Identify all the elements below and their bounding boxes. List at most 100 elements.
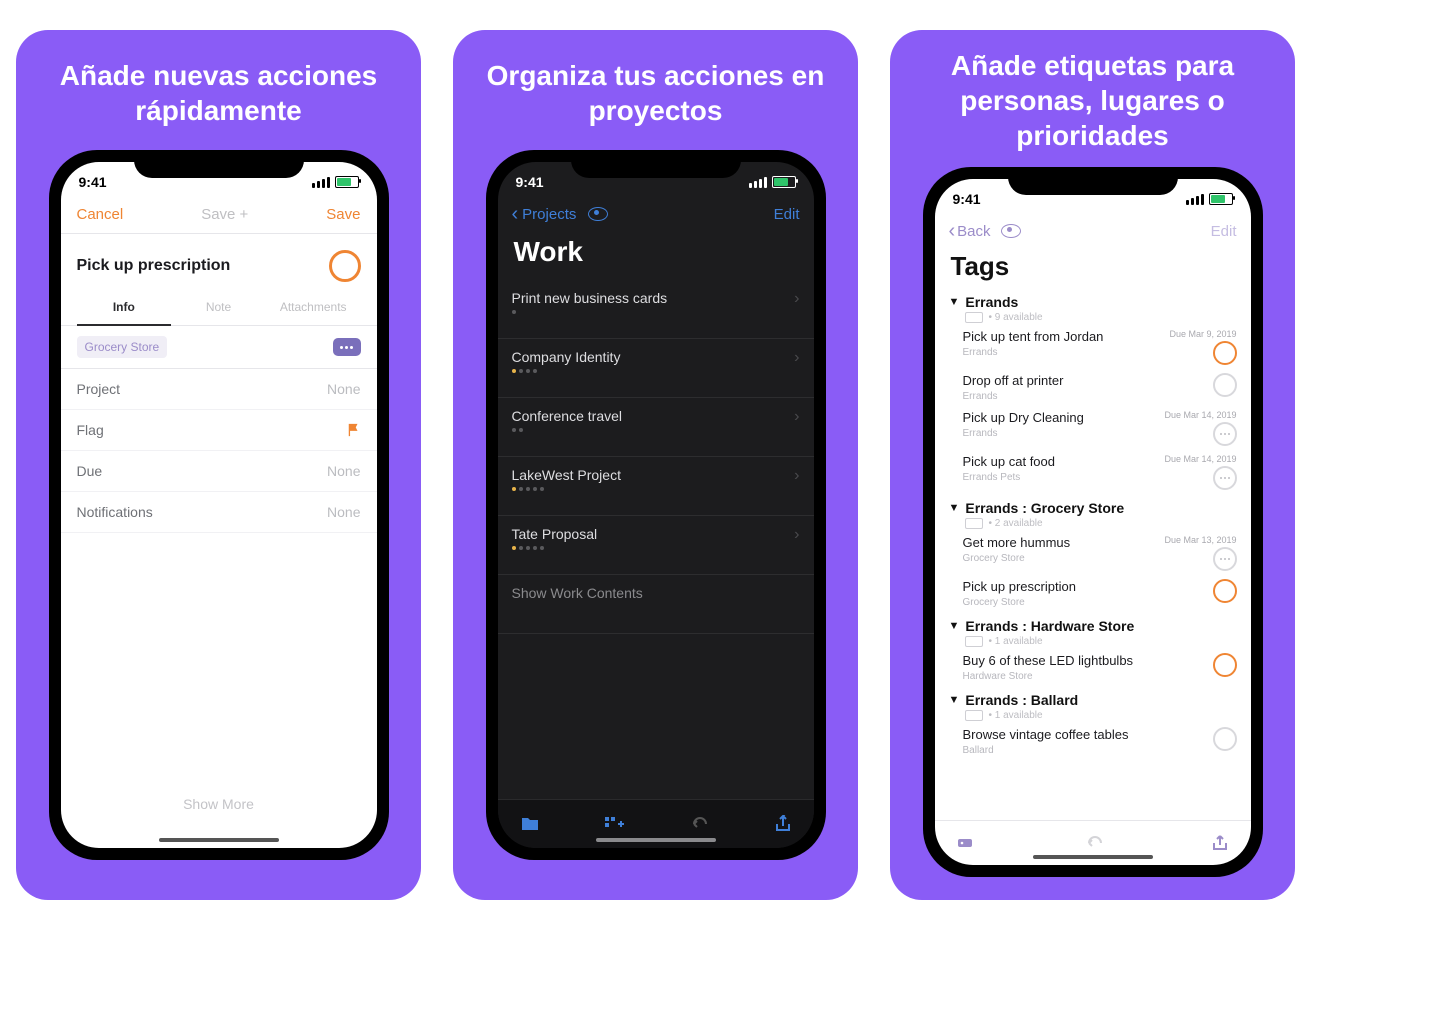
row-title: Conference travel — [512, 408, 623, 424]
section-availability: • 2 available — [935, 518, 1251, 531]
show-contents-row[interactable]: Show Work Contents — [498, 575, 814, 634]
flag-circle-icon[interactable] — [329, 250, 361, 282]
share-icon[interactable] — [1211, 834, 1229, 852]
field-value: None — [327, 381, 360, 397]
chevron-right-icon: › — [794, 526, 799, 544]
project-row[interactable]: Conference travel › — [498, 398, 814, 457]
perspective-eye-icon[interactable] — [588, 207, 608, 221]
tag-icon[interactable] — [957, 836, 979, 850]
tab-note[interactable]: Note — [171, 292, 266, 325]
tag-section-header[interactable]: ▼Errands : Hardware Store — [935, 616, 1251, 636]
phone-mockup-1: 9:41 Cancel Save + Save Pick up prescrip… — [49, 150, 389, 860]
flag-circle-icon[interactable] — [1213, 341, 1237, 365]
row-title: LakeWest Project — [512, 467, 621, 483]
tag-badge-icon — [965, 636, 983, 647]
project-title: Work — [498, 230, 814, 280]
field-label: Due — [77, 463, 103, 479]
undo-icon[interactable] — [1085, 836, 1105, 850]
field-due[interactable]: Due None — [61, 451, 377, 492]
field-value: None — [327, 504, 360, 520]
back-button[interactable]: Back — [957, 223, 990, 240]
item-title: Pick up tent from Jordan — [963, 329, 1104, 346]
project-row[interactable]: Print new business cards › — [498, 280, 814, 339]
project-row[interactable]: Tate Proposal › — [498, 516, 814, 575]
row-title: Company Identity — [512, 349, 621, 365]
chevron-right-icon: › — [794, 467, 799, 485]
back-button[interactable]: Projects — [522, 206, 576, 223]
folder-icon[interactable] — [520, 816, 540, 832]
status-circle-icon[interactable] — [1213, 727, 1237, 751]
item-meta: Grocery Store — [963, 553, 1071, 564]
chevron-right-icon: › — [794, 408, 799, 426]
status-time: 9:41 — [516, 174, 544, 190]
row-title: Tate Proposal — [512, 526, 598, 542]
tag-item[interactable]: Pick up tent from JordanErrandsDue Mar 9… — [935, 325, 1251, 369]
battery-icon — [1209, 193, 1233, 205]
flag-circle-icon[interactable] — [1213, 579, 1237, 603]
cancel-button[interactable]: Cancel — [77, 206, 124, 223]
field-notifications[interactable]: Notifications None — [61, 492, 377, 533]
row-title: Print new business cards — [512, 290, 668, 306]
tag-item[interactable]: Drop off at printerErrands — [935, 369, 1251, 406]
item-meta: Errands — [963, 428, 1084, 439]
disclosure-triangle-icon: ▼ — [949, 502, 960, 514]
new-item-icon[interactable] — [604, 816, 626, 832]
tag-item[interactable]: Get more hummusGrocery StoreDue Mar 13, … — [935, 531, 1251, 575]
add-action-navbar: Cancel Save + Save — [61, 202, 377, 234]
back-chevron-icon[interactable]: ‹ — [512, 204, 519, 224]
more-tags-icon[interactable] — [333, 338, 361, 356]
save-button[interactable]: Save — [326, 206, 360, 223]
signal-icon — [1186, 194, 1204, 205]
tag-item[interactable]: Pick up Dry CleaningErrandsDue Mar 14, 2… — [935, 406, 1251, 450]
status-time: 9:41 — [953, 191, 981, 207]
projects-navbar: ‹ Projects Edit — [498, 202, 814, 230]
tag-item[interactable]: Pick up cat foodErrands PetsDue Mar 14, … — [935, 450, 1251, 494]
more-icon[interactable] — [1213, 547, 1237, 571]
show-more-button[interactable]: Show More — [61, 782, 377, 826]
item-meta: Grocery Store — [963, 597, 1076, 608]
tab-info[interactable]: Info — [77, 292, 172, 326]
action-title: Pick up prescription — [77, 257, 231, 275]
undo-icon[interactable] — [690, 817, 710, 831]
back-chevron-icon[interactable]: ‹ — [949, 221, 956, 241]
tag-item[interactable]: Browse vintage coffee tablesBallard — [935, 723, 1251, 760]
row-title: Show Work Contents — [512, 585, 643, 601]
detail-tabs: Info Note Attachments — [61, 292, 377, 326]
project-row[interactable]: LakeWest Project › — [498, 457, 814, 516]
tag-badge-icon — [965, 518, 983, 529]
phone-notch — [1008, 167, 1178, 195]
item-meta: Errands — [963, 347, 1104, 358]
tag-section-header[interactable]: ▼ Errands : Grocery Store — [935, 498, 1251, 518]
disclosure-triangle-icon: ▼ — [949, 296, 960, 308]
promo-card-1: Añade nuevas acciones rápidamente 9:41 C… — [16, 30, 421, 900]
item-title: Get more hummus — [963, 535, 1071, 552]
tag-section-header[interactable]: ▼Errands : Ballard — [935, 690, 1251, 710]
edit-button[interactable]: Edit — [1211, 223, 1237, 240]
disclosure-triangle-icon: ▼ — [949, 620, 960, 632]
save-plus-button[interactable]: Save + — [201, 206, 248, 223]
home-indicator — [159, 838, 279, 842]
tag-badge-icon — [965, 710, 983, 721]
tag-section-header[interactable]: ▼Errands — [935, 292, 1251, 312]
flag-circle-icon[interactable] — [1213, 653, 1237, 677]
more-icon[interactable] — [1213, 466, 1237, 490]
field-project[interactable]: Project None — [61, 369, 377, 410]
tag-chip[interactable]: Grocery Store — [77, 336, 168, 358]
edit-button[interactable]: Edit — [774, 206, 800, 223]
phone-notch — [571, 150, 741, 178]
section-name: Errands : Grocery Store — [965, 500, 1124, 516]
project-row[interactable]: Company Identity › — [498, 339, 814, 398]
tag-item[interactable]: Buy 6 of these LED lightbulbsHardware St… — [935, 649, 1251, 686]
perspective-eye-icon[interactable] — [1001, 224, 1021, 238]
section-availability: • 1 available — [935, 636, 1251, 649]
disclosure-triangle-icon: ▼ — [949, 694, 960, 706]
more-icon[interactable] — [1213, 422, 1237, 446]
share-icon[interactable] — [774, 815, 792, 833]
field-flag[interactable]: Flag — [61, 410, 377, 451]
battery-icon — [772, 176, 796, 188]
tab-attachments[interactable]: Attachments — [266, 292, 361, 325]
chevron-right-icon: › — [794, 290, 799, 308]
status-circle-icon[interactable] — [1213, 373, 1237, 397]
tag-item[interactable]: Pick up prescriptionGrocery Store — [935, 575, 1251, 612]
item-title: Browse vintage coffee tables — [963, 727, 1129, 744]
